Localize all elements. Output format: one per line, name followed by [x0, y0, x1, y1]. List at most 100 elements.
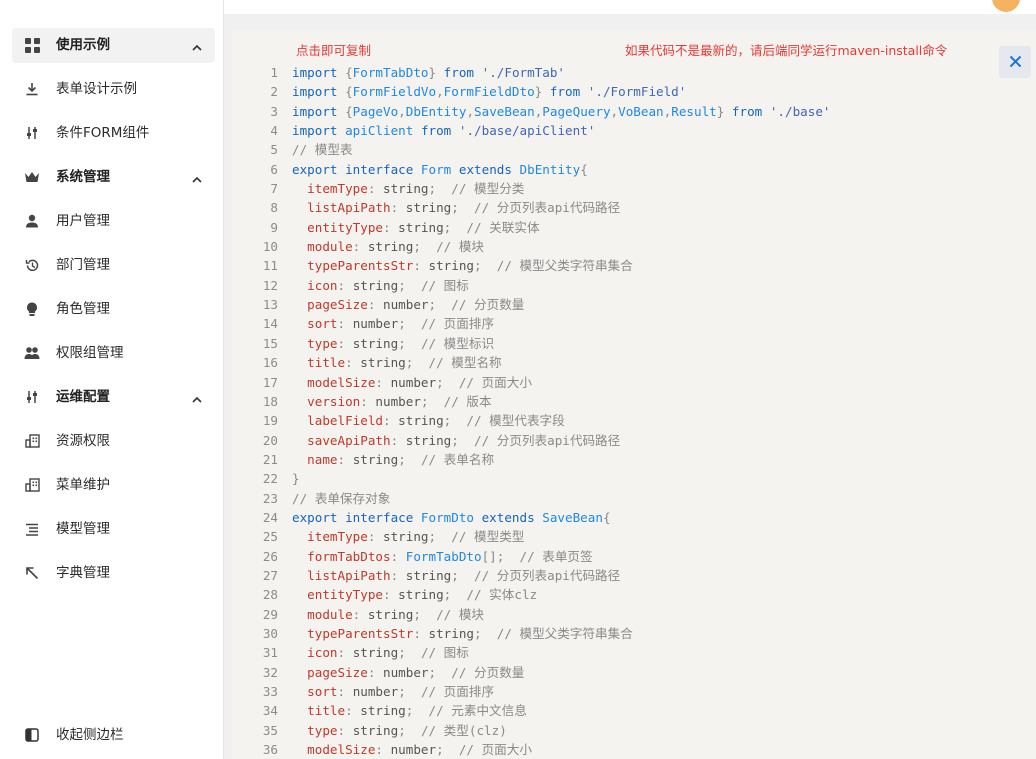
code-text: export interface FormDto extends SaveBea…: [292, 509, 611, 525]
code-line: 14 sort: number; // 页面排序: [232, 314, 1036, 333]
sidebar-item-dictionary-management[interactable]: 字典管理: [12, 556, 215, 591]
sidebar-item-model-management[interactable]: 模型管理: [12, 512, 215, 547]
code-text: import {FormFieldVo,FormFieldDto} from '…: [292, 84, 687, 100]
code-line: 21 name: string; // 表单名称: [232, 450, 1036, 469]
line-number: 15: [262, 335, 278, 351]
code-line: 30 typeParentsStr: string; // 模型父类字符串集合: [232, 624, 1036, 643]
sidebar-group-ops-config[interactable]: 运维配置: [12, 380, 215, 415]
line-number: 3: [270, 103, 278, 119]
avatar[interactable]: [992, 0, 1020, 12]
sidebar-item-user-management[interactable]: 用户管理: [12, 204, 215, 239]
sidebar-item-label: 表单设计示例: [56, 81, 137, 97]
sidebar-item-condition-form[interactable]: 条件FORM组件: [12, 116, 215, 151]
code-line: 34 title: string; // 元素中文信息: [232, 701, 1036, 720]
code-line: 20 saveApiPath: string; // 分页列表api代码路径: [232, 431, 1036, 450]
line-number: 11: [262, 258, 278, 274]
line-number: 29: [262, 606, 278, 622]
code-line: 10 module: string; // 模块: [232, 237, 1036, 256]
sidebar-item-form-design-example[interactable]: 表单设计示例: [12, 72, 215, 107]
line-number: 30: [262, 625, 278, 641]
code-text: pageSize: number; // 分页数量: [307, 664, 525, 680]
sidebar-group-system-management[interactable]: 系统管理: [12, 160, 215, 195]
code-line: 24 export interface FormDto extends SaveB…: [232, 508, 1036, 527]
code-text: title: string; // 元素中文信息: [307, 703, 527, 719]
sidebar-item-label: 用户管理: [56, 213, 110, 229]
code-line: 31 icon: string; // 图标: [232, 643, 1036, 662]
code-text: entityType: string; // 实体clz: [307, 587, 538, 603]
code-line: 18 version: number; // 版本: [232, 392, 1036, 411]
code-text: entityType: string; // 关联实体: [307, 219, 540, 235]
code-line: 28 entityType: string; // 实体clz: [232, 585, 1036, 604]
code-panel: 点击即可复制 如果代码不是最新的，请后端同学运行maven-install命令 …: [232, 30, 1036, 759]
collapse-sidebar-label: 收起侧边栏: [56, 727, 124, 743]
building-icon: [24, 433, 40, 449]
code-line: 12 icon: string; // 图标: [232, 276, 1036, 295]
bulb-icon: [24, 301, 40, 317]
line-number: 14: [262, 316, 278, 332]
code-text: sort: number; // 页面排序: [307, 684, 495, 699]
code-text: listApiPath: string; // 分页列表api代码路径: [307, 567, 621, 583]
code-text: type: string; // 模型标识: [307, 335, 495, 351]
sidebar-item-label: 字典管理: [56, 565, 110, 581]
line-number: 20: [262, 432, 278, 448]
line-number: 33: [262, 684, 278, 699]
line-number: 21: [262, 451, 278, 467]
line-number: 36: [262, 742, 278, 758]
code-line: 17 modelSize: number; // 页面大小: [232, 373, 1036, 392]
chevron-up-icon: [191, 391, 203, 403]
line-number: 22: [262, 471, 278, 487]
code-line: 33 sort: number; // 页面排序: [232, 682, 1036, 701]
maven-install-hint: 如果代码不是最新的，请后端同学运行maven-install命令: [625, 43, 948, 58]
line-number: 24: [262, 509, 278, 525]
line-number: 12: [262, 277, 278, 293]
code-text: pageSize: number; // 分页数量: [307, 297, 525, 313]
code-line: 29 module: string; // 模块: [232, 605, 1036, 624]
sidebar-item-label: 角色管理: [56, 301, 110, 317]
code-text: title: string; // 模型名称: [307, 355, 502, 371]
line-number: 34: [262, 703, 278, 719]
code-text: export interface Form extends DbEntity{: [292, 161, 588, 177]
code-text: formTabDtos: FormTabDto[]; // 表单页签: [307, 548, 593, 564]
sidebar-item-role-management[interactable]: 角色管理: [12, 292, 215, 327]
line-number: 8: [270, 200, 278, 216]
code-text: typeParentsStr: string; // 模型父类字符串集合: [307, 625, 633, 641]
code-line: 26 formTabDtos: FormTabDto[]; // 表单页签: [232, 547, 1036, 566]
code-line: 2 import {FormFieldVo,FormFieldDto} from …: [232, 82, 1036, 101]
chevron-up-icon: [191, 171, 203, 183]
code-block[interactable]: 1 import {FormTabDto} from './FormTab' 2 im…: [232, 63, 1036, 759]
code-text: itemType: string; // 模型分类: [307, 181, 525, 197]
code-text: // 表单保存对象: [292, 490, 391, 506]
code-text: import {FormTabDto} from './FormTab': [292, 65, 566, 80]
code-text: }: [292, 471, 300, 487]
arrow-up-left-icon: [24, 565, 40, 581]
code-line: 27 listApiPath: string; // 分页列表api代码路径: [232, 566, 1036, 585]
slider-icon: [24, 389, 40, 405]
line-number: 17: [262, 374, 278, 390]
chevron-up-icon: [191, 39, 203, 51]
copy-hint[interactable]: 点击即可复制: [296, 40, 371, 59]
crown-icon: [24, 169, 40, 185]
user-icon: [24, 213, 40, 229]
code-line: 19 labelField: string; // 模型代表字段: [232, 411, 1036, 430]
line-number: 4: [270, 123, 278, 139]
line-number: 32: [262, 664, 278, 680]
line-number: 16: [262, 355, 278, 371]
code-line: 22}: [232, 469, 1036, 488]
sidebar-item-label: 部门管理: [56, 257, 110, 273]
sidebar-item-label: 资源权限: [56, 433, 110, 449]
sidebar-item-permission-group[interactable]: 权限组管理: [12, 336, 215, 371]
line-number: 10: [262, 239, 278, 255]
code-line: 6 export interface Form extends DbEntity{: [232, 160, 1036, 179]
sidebar-item-menu-maintenance[interactable]: 菜单维护: [12, 468, 215, 503]
code-line: 1 import {FormTabDto} from './FormTab': [232, 63, 1036, 82]
sidebar-item-resource-permission[interactable]: 资源权限: [12, 424, 215, 459]
code-text: import apiClient from './base/apiClient': [292, 123, 596, 139]
sidebar-item-label: 使用示例: [56, 37, 110, 53]
collapse-sidebar-button[interactable]: 收起侧边栏: [12, 718, 215, 752]
building-icon: [24, 477, 40, 493]
sidebar-item-department-management[interactable]: 部门管理: [12, 248, 215, 283]
line-number: 31: [262, 645, 278, 661]
code-line: 23 // 表单保存对象: [232, 489, 1036, 508]
sidebar-group-usage-examples[interactable]: 使用示例: [12, 28, 215, 63]
code-line: 5 // 模型表: [232, 140, 1036, 159]
